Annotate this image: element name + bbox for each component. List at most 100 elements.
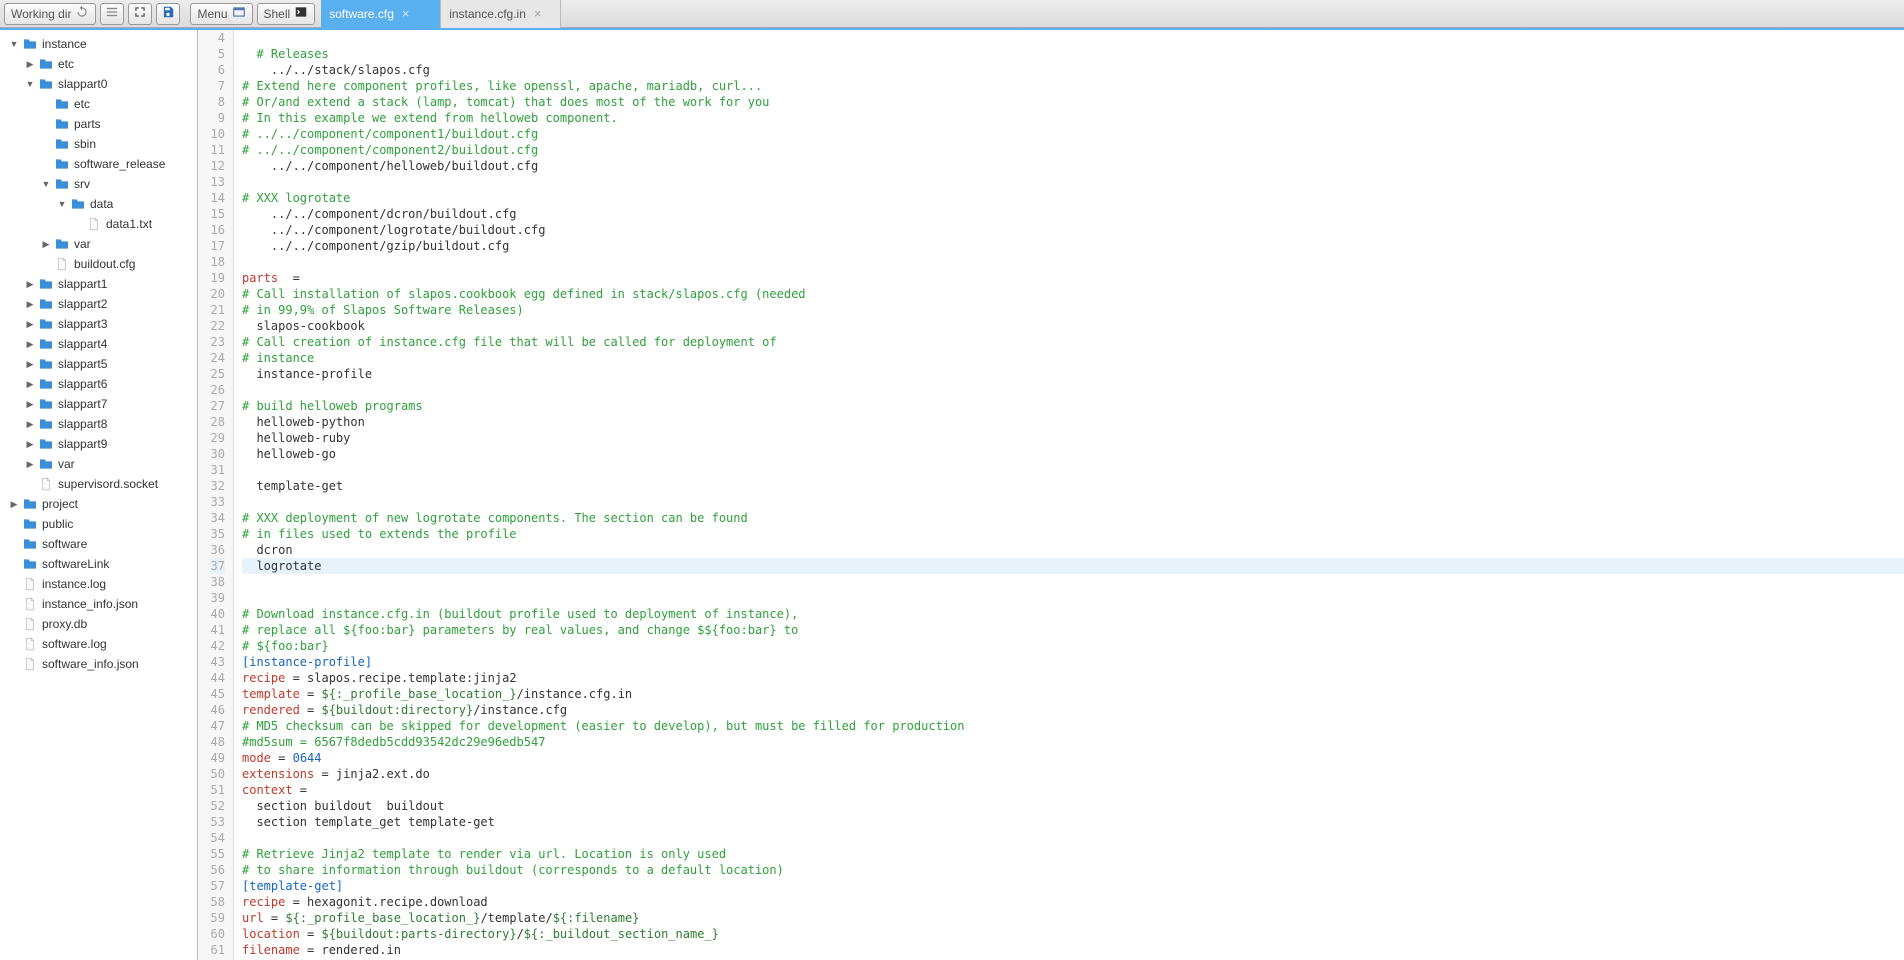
code-line[interactable]: # Extend here component profiles, like o… — [242, 78, 1904, 94]
code-line[interactable] — [242, 590, 1904, 606]
code-line[interactable]: # XXX deployment of new logrotate compon… — [242, 510, 1904, 526]
chevron-down-icon[interactable]: ▼ — [8, 39, 20, 49]
tree-folder[interactable]: ▶slappart5 — [0, 354, 197, 374]
code-line[interactable]: section buildout buildout — [242, 798, 1904, 814]
code-line[interactable]: #md5sum = 6567f8dedb5cdd93542dc29e96edb5… — [242, 734, 1904, 750]
chevron-right-icon[interactable]: ▶ — [24, 399, 36, 410]
code-line[interactable]: helloweb-python — [242, 414, 1904, 430]
code-editor[interactable]: 4567891011121314151617181920212223242526… — [198, 30, 1904, 960]
tree-folder[interactable]: parts — [0, 114, 197, 134]
file-tree-sidebar[interactable]: ▼instance▶etc▼slappart0etcpartssbinsoftw… — [0, 30, 198, 960]
editor-tab[interactable]: instance.cfg.in× — [441, 0, 561, 28]
code-line[interactable]: dcron — [242, 542, 1904, 558]
code-line[interactable]: # Call creation of instance.cfg file tha… — [242, 334, 1904, 350]
code-line[interactable]: # Download instance.cfg.in (buildout pro… — [242, 606, 1904, 622]
chevron-right-icon[interactable]: ▶ — [24, 319, 36, 330]
chevron-right-icon[interactable]: ▶ — [24, 459, 36, 470]
tree-folder[interactable]: ▼srv — [0, 174, 197, 194]
code-line[interactable]: extensions = jinja2.ext.do — [242, 766, 1904, 782]
tree-folder[interactable]: ▼slappart0 — [0, 74, 197, 94]
code-line[interactable] — [242, 382, 1904, 398]
code-line[interactable]: ../../component/gzip/buildout.cfg — [242, 238, 1904, 254]
tree-folder[interactable]: ▶slappart3 — [0, 314, 197, 334]
tree-folder[interactable]: ▶slappart9 — [0, 434, 197, 454]
code-line[interactable]: recipe = hexagonit.recipe.download — [242, 894, 1904, 910]
code-line[interactable]: [template-get] — [242, 878, 1904, 894]
working-dir-button[interactable]: Working dir — [4, 3, 96, 25]
code-line[interactable] — [242, 30, 1904, 46]
code-line[interactable]: rendered = ${buildout:directory}/instanc… — [242, 702, 1904, 718]
tree-folder[interactable]: ▼instance — [0, 34, 197, 54]
tree-folder[interactable]: public — [0, 514, 197, 534]
code-line[interactable]: section template_get template-get — [242, 814, 1904, 830]
save-button[interactable] — [156, 3, 180, 25]
code-line[interactable]: context = — [242, 782, 1904, 798]
code-line[interactable]: # instance — [242, 350, 1904, 366]
code-line[interactable]: filename = rendered.in — [242, 942, 1904, 958]
tree-file[interactable]: proxy.db — [0, 614, 197, 634]
chevron-down-icon[interactable]: ▼ — [40, 179, 52, 189]
code-line[interactable] — [242, 254, 1904, 270]
tree-folder[interactable]: software_release — [0, 154, 197, 174]
chevron-down-icon[interactable]: ▼ — [56, 199, 68, 209]
code-line[interactable]: # build helloweb programs — [242, 398, 1904, 414]
tree-folder[interactable]: ▶project — [0, 494, 197, 514]
code-line[interactable]: # Releases — [242, 46, 1904, 62]
tree-folder[interactable]: ▶slappart7 — [0, 394, 197, 414]
code-line[interactable]: ../../stack/slapos.cfg — [242, 62, 1904, 78]
tree-folder[interactable]: ▶slappart1 — [0, 274, 197, 294]
tree-file[interactable]: buildout.cfg — [0, 254, 197, 274]
tree-folder[interactable]: sbin — [0, 134, 197, 154]
code-line[interactable]: template-get — [242, 478, 1904, 494]
chevron-right-icon[interactable]: ▶ — [24, 339, 36, 350]
code-line[interactable]: # replace all ${foo:bar} parameters by r… — [242, 622, 1904, 638]
code-line[interactable]: # MD5 checksum can be skipped for develo… — [242, 718, 1904, 734]
chevron-right-icon[interactable]: ▶ — [24, 439, 36, 450]
code-line[interactable] — [242, 174, 1904, 190]
code-line[interactable]: logrotate — [242, 558, 1904, 574]
code-line[interactable]: # Call installation of slapos.cookbook e… — [242, 286, 1904, 302]
tree-folder[interactable]: ▶slappart2 — [0, 294, 197, 314]
code-line[interactable]: # XXX logrotate — [242, 190, 1904, 206]
close-icon[interactable]: × — [402, 6, 410, 21]
menu-button[interactable]: Menu — [190, 3, 252, 25]
code-line[interactable]: parts = — [242, 270, 1904, 286]
chevron-right-icon[interactable]: ▶ — [24, 359, 36, 370]
code-line[interactable]: # ${foo:bar} — [242, 638, 1904, 654]
chevron-right-icon[interactable]: ▶ — [24, 299, 36, 310]
chevron-right-icon[interactable]: ▶ — [24, 279, 36, 290]
code-line[interactable]: # ../../component/component1/buildout.cf… — [242, 126, 1904, 142]
tree-file[interactable]: software_info.json — [0, 654, 197, 674]
code-line[interactable]: ../../component/logrotate/buildout.cfg — [242, 222, 1904, 238]
code-line[interactable] — [242, 494, 1904, 510]
code-line[interactable] — [242, 574, 1904, 590]
fullscreen-button[interactable] — [128, 3, 152, 25]
chevron-right-icon[interactable]: ▶ — [40, 239, 52, 250]
code-line[interactable]: helloweb-go — [242, 446, 1904, 462]
code-line[interactable]: # to share information through buildout … — [242, 862, 1904, 878]
tree-folder[interactable]: ▶var — [0, 454, 197, 474]
tree-collapse-button[interactable] — [100, 3, 124, 25]
tree-file[interactable]: software.log — [0, 634, 197, 654]
code-line[interactable]: # ../../component/component2/buildout.cf… — [242, 142, 1904, 158]
tree-folder[interactable]: ▼data — [0, 194, 197, 214]
code-line[interactable]: # Retrieve Jinja2 template to render via… — [242, 846, 1904, 862]
code-line[interactable]: # In this example we extend from hellowe… — [242, 110, 1904, 126]
tree-folder[interactable]: ▶slappart8 — [0, 414, 197, 434]
close-icon[interactable]: × — [534, 6, 542, 21]
code-line[interactable]: mode = 0644 — [242, 750, 1904, 766]
chevron-right-icon[interactable]: ▶ — [24, 59, 36, 70]
code-line[interactable]: template = ${:_profile_base_location_}/i… — [242, 686, 1904, 702]
editor-tab[interactable]: software.cfg× — [321, 0, 441, 28]
tree-folder[interactable]: ▶slappart6 — [0, 374, 197, 394]
code-line[interactable] — [242, 830, 1904, 846]
code-line[interactable]: instance-profile — [242, 366, 1904, 382]
tree-file[interactable]: instance.log — [0, 574, 197, 594]
code-line[interactable]: [instance-profile] — [242, 654, 1904, 670]
code-line[interactable]: helloweb-ruby — [242, 430, 1904, 446]
tree-folder[interactable]: ▶var — [0, 234, 197, 254]
tree-file[interactable]: data1.txt — [0, 214, 197, 234]
code-line[interactable]: # Or/and extend a stack (lamp, tomcat) t… — [242, 94, 1904, 110]
code-line[interactable]: # in 99,9% of Slapos Software Releases) — [242, 302, 1904, 318]
code-line[interactable]: # in files used to extends the profile — [242, 526, 1904, 542]
